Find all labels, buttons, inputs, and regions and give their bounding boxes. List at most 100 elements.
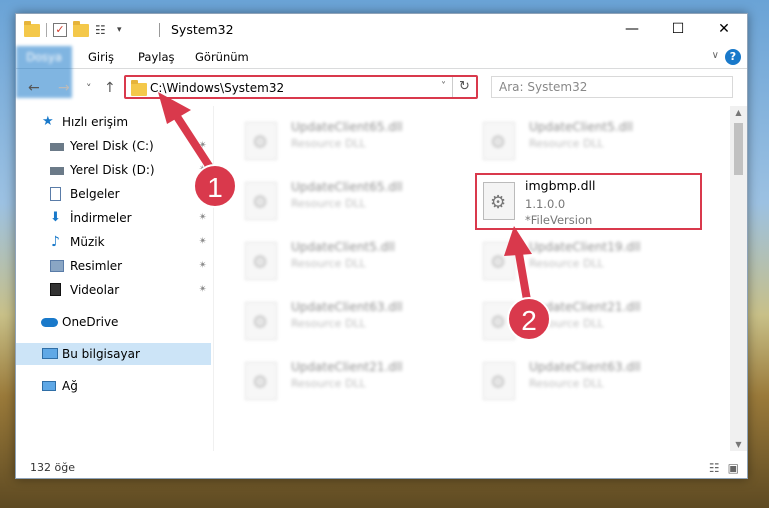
sidebar-item-network[interactable]: Ağ: [16, 375, 211, 397]
details-view-icon[interactable]: ☷: [709, 461, 720, 475]
annotation-badge-2: 2: [507, 297, 551, 341]
pin-icon[interactable]: ✴: [199, 255, 207, 277]
tab-share[interactable]: Paylaş: [138, 46, 175, 69]
properties-check-icon[interactable]: ✓: [53, 23, 67, 37]
up-button[interactable]: ↑: [104, 80, 116, 96]
folder-icon: [24, 20, 40, 37]
window-title: System32: [171, 22, 234, 37]
quick-access-toolbar: ✓ ☷ ▾: [24, 20, 122, 40]
back-button[interactable]: ←: [28, 80, 40, 96]
help-icon[interactable]: ?: [725, 49, 741, 65]
file-description: Resource DLL: [291, 137, 366, 150]
address-path[interactable]: C:\Windows\System32: [150, 81, 284, 95]
forward-button[interactable]: →: [58, 80, 70, 96]
music-icon: ♪: [51, 234, 60, 250]
sidebar-item-pictures[interactable]: Resimler ✴: [16, 255, 211, 277]
network-icon: [42, 381, 56, 391]
tiles-view-icon[interactable]: ▣: [728, 461, 739, 475]
highlighted-file-item[interactable]: imgbmp.dll 1.1.0.0 *FileVersion: [475, 173, 702, 230]
view-options-icon[interactable]: ☷: [95, 23, 111, 37]
file-list: UpdateClient65.dll Resource DLL UpdateCl…: [215, 106, 728, 451]
file-description: Resource DLL: [529, 257, 604, 270]
address-bar[interactable]: C:\Windows\System32 ˅ ↻: [124, 75, 478, 99]
dll-file-icon: [245, 182, 277, 220]
ribbon: Dosya Giriş Paylaş Görünüm ∨ ?: [16, 46, 747, 98]
star-icon: ★: [42, 114, 54, 129]
scroll-down-icon[interactable]: ▼: [730, 440, 747, 449]
ribbon-expand-icon[interactable]: ∨: [712, 50, 719, 61]
sidebar-item-label: Yerel Disk (C:): [70, 139, 154, 153]
file-description: Resource DLL: [291, 377, 366, 390]
documents-icon: [50, 187, 61, 201]
window-controls: — ☐ ✕: [609, 14, 747, 46]
videos-icon: [50, 283, 61, 296]
sidebar-item-label: Müzik: [70, 235, 105, 249]
file-item[interactable]: UpdateClient5.dll Resource DLL: [475, 114, 695, 166]
maximize-button[interactable]: ☐: [655, 14, 701, 46]
scroll-up-icon[interactable]: ▲: [730, 108, 747, 117]
file-item[interactable]: UpdateClient63.dll Resource DLL: [475, 354, 695, 406]
file-description: Resource DLL: [291, 197, 366, 210]
pin-icon[interactable]: ✴: [199, 279, 207, 301]
drive-icon: [50, 143, 64, 151]
pin-icon[interactable]: ✴: [199, 231, 207, 253]
file-name: UpdateClient63.dll: [291, 300, 403, 314]
file-description: Resource DLL: [291, 317, 366, 330]
address-dropdown-icon[interactable]: ˅: [441, 81, 446, 92]
dll-file-icon: [245, 242, 277, 280]
dll-file-icon: [483, 182, 515, 220]
sidebar-item-label: Hızlı erişim: [62, 115, 129, 129]
minimize-button[interactable]: —: [609, 14, 655, 46]
navigation-pane: ★ Hızlı erişim Yerel Disk (C:) ✴ Yerel D…: [16, 106, 214, 451]
sidebar-item-this-pc[interactable]: Bu bilgisayar: [16, 343, 211, 365]
new-folder-icon[interactable]: [73, 20, 89, 37]
file-name: UpdateClient5.dll: [529, 120, 633, 134]
sidebar-item-quick-access[interactable]: ★ Hızlı erişim: [16, 111, 211, 133]
toolbar-separator: [46, 23, 47, 37]
recent-locations-button[interactable]: ˅: [86, 82, 92, 95]
toolbar-dropdown-icon[interactable]: ▾: [117, 25, 122, 35]
search-input[interactable]: Ara: System32: [491, 76, 733, 98]
sidebar-item-label: Ağ: [62, 379, 78, 393]
vertical-scrollbar[interactable]: ▲ ▼: [730, 106, 747, 451]
file-item[interactable]: UpdateClient65.dll Resource DLL: [237, 174, 457, 226]
sidebar-item-label: OneDrive: [62, 315, 119, 329]
close-button[interactable]: ✕: [701, 14, 747, 46]
scroll-thumb[interactable]: [734, 123, 743, 175]
sidebar-item-downloads[interactable]: ⬇ İndirmeler ✴: [16, 207, 211, 229]
file-description: Resource DLL: [529, 377, 604, 390]
sidebar-item-videos[interactable]: Videolar ✴: [16, 279, 211, 301]
sidebar-item-label: Resimler: [70, 259, 123, 273]
file-description: Resource DLL: [529, 137, 604, 150]
file-name: UpdateClient65.dll: [291, 120, 403, 134]
dll-file-icon: [245, 362, 277, 400]
sidebar-item-documents[interactable]: Belgeler ✴: [16, 183, 211, 205]
tab-view[interactable]: Görünüm: [195, 46, 249, 69]
refresh-button[interactable]: ↻: [452, 77, 476, 97]
title-bar: ✓ ☷ ▾ System32 — ☐ ✕: [16, 14, 747, 46]
navigation-bar: ← → ˅ ↑ C:\Windows\System32 ˅ ↻ Ara: Sys…: [16, 70, 747, 105]
sidebar-item-music[interactable]: ♪ Müzik ✴: [16, 231, 211, 253]
sidebar-item-disk-d[interactable]: Yerel Disk (D:) ✴: [16, 159, 211, 181]
dll-file-icon: [483, 122, 515, 160]
file-item[interactable]: UpdateClient5.dll Resource DLL: [237, 234, 457, 286]
computer-icon: [42, 348, 58, 359]
pin-icon[interactable]: ✴: [199, 135, 207, 157]
title-separator: [159, 23, 160, 37]
file-name: UpdateClient21.dll: [291, 360, 403, 374]
pin-icon[interactable]: ✴: [199, 207, 207, 229]
downloads-icon: ⬇: [50, 210, 61, 225]
folder-icon: [131, 80, 147, 96]
sidebar-item-disk-c[interactable]: Yerel Disk (C:) ✴: [16, 135, 211, 157]
status-bar: 132 öğe ☷ ▣: [16, 458, 747, 479]
file-item[interactable]: UpdateClient19.dll Resource DLL: [475, 234, 695, 286]
file-item[interactable]: UpdateClient21.dll Resource DLL: [237, 354, 457, 406]
annotation-badge-1: 1: [193, 164, 237, 208]
file-item[interactable]: UpdateClient63.dll Resource DLL: [237, 294, 457, 346]
file-name: UpdateClient5.dll: [291, 240, 395, 254]
file-description: Resource DLL: [291, 257, 366, 270]
pictures-icon: [50, 260, 64, 272]
sidebar-item-onedrive[interactable]: OneDrive: [16, 311, 211, 333]
file-item[interactable]: UpdateClient65.dll Resource DLL: [237, 114, 457, 166]
tab-home[interactable]: Giriş: [88, 46, 114, 69]
